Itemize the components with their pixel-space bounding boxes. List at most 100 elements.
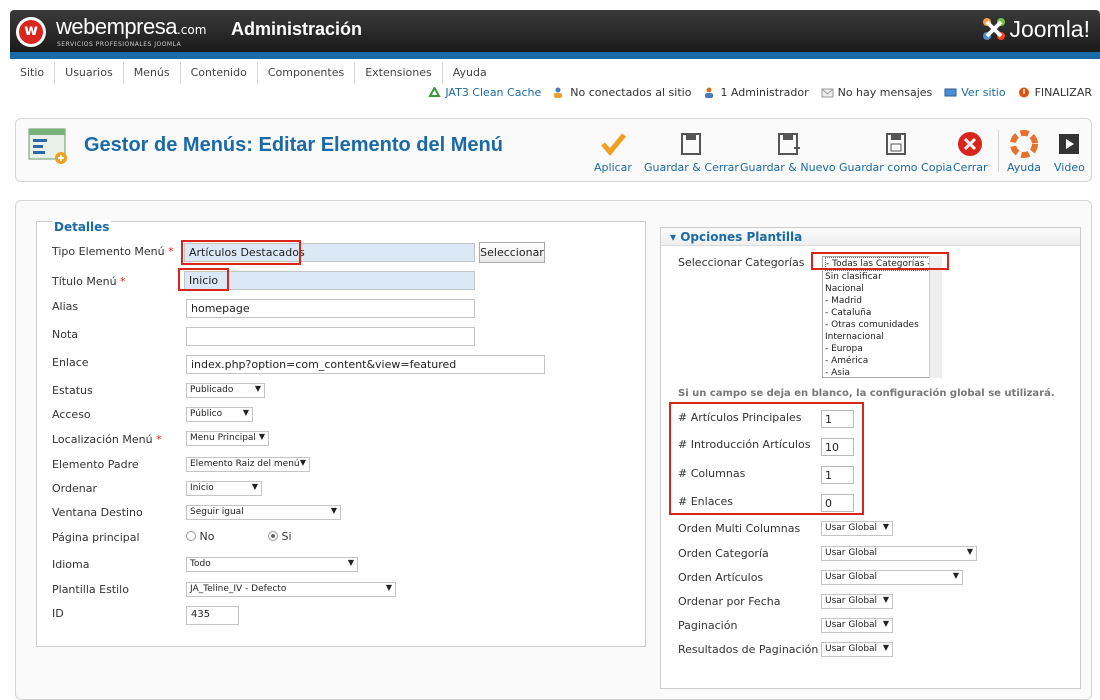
film-icon — [1059, 134, 1080, 154]
pagination-select-value: Usar Global — [825, 620, 878, 630]
order-select[interactable]: Inicio ▼ — [186, 481, 262, 496]
style-select[interactable]: JA_Teline_IV - Defecto ▼ — [186, 582, 396, 597]
save-close-button[interactable]: Guardar & Cerrar — [644, 130, 739, 174]
artorder-select[interactable]: Usar Global ▼ — [821, 570, 963, 585]
pagresults-label: Resultados de Paginación — [678, 643, 819, 656]
pagresults-select-value: Usar Global — [825, 644, 878, 654]
menu-ayuda[interactable]: Ayuda — [443, 62, 497, 84]
category-option[interactable]: - Asia — [825, 367, 939, 377]
template-options-label: Opciones Plantilla — [680, 230, 803, 244]
header-title: Administración — [231, 19, 363, 39]
menu-item-edit-icon — [28, 128, 67, 164]
highlight-title — [178, 268, 229, 291]
menu-contenido[interactable]: Contenido — [181, 62, 258, 84]
home-radio-no[interactable]: No — [186, 530, 214, 543]
toolbar-separator — [998, 130, 999, 172]
required-mark: * — [168, 245, 174, 258]
menu-menus[interactable]: Menús — [124, 62, 181, 84]
status-view-site[interactable]: Ver sitio — [944, 86, 1006, 99]
apply-button[interactable]: Aplicar — [594, 130, 632, 174]
status-bar: JAT3 Clean Cache No conectados al sitio … — [428, 86, 1092, 99]
pagresults-select[interactable]: Usar Global ▼ — [821, 642, 893, 657]
columns-field[interactable]: 1 — [821, 466, 854, 484]
leading-label: # Artículos Principales — [678, 411, 802, 424]
radio-yes-icon[interactable] — [268, 531, 278, 541]
monitor-icon — [944, 88, 957, 97]
parent-label: Elemento Padre — [52, 458, 139, 471]
status-admins: 1 Administrador — [703, 86, 809, 99]
category-option[interactable]: Internacional — [825, 331, 939, 343]
save-copy-button[interactable]: Guardar como Copia — [839, 130, 952, 174]
status-logout[interactable]: FINALIZAR — [1018, 86, 1092, 99]
columns-label: # Columnas — [678, 467, 746, 480]
required-mark: * — [120, 275, 126, 288]
link-field[interactable]: index.php?option=com_content&view=featur… — [186, 355, 545, 374]
date-select[interactable]: Usar Global ▼ — [821, 594, 893, 609]
radio-no-icon[interactable] — [186, 531, 196, 541]
menu-usuarios[interactable]: Usuarios — [55, 62, 124, 84]
joomla-logo-text: Joomla! — [1009, 16, 1090, 42]
status-connected-label: No conectados al sitio — [570, 86, 692, 99]
save-copy-button-label: Guardar como Copia — [839, 161, 953, 174]
lang-select-value: Todo — [190, 559, 211, 569]
note-field[interactable] — [186, 327, 475, 346]
category-option[interactable]: Sin clasificar — [825, 271, 939, 283]
save-icon — [681, 133, 702, 155]
admin-icon — [705, 87, 714, 98]
close-button[interactable]: Cerrar — [953, 130, 988, 174]
target-select-value: Seguir igual — [190, 507, 244, 517]
required-mark: * — [156, 433, 162, 446]
dropdown-arrow-icon: ▼ — [882, 595, 889, 604]
status-select[interactable]: Publicado ▼ — [186, 383, 265, 398]
header-accent-bar — [10, 52, 1100, 59]
category-option[interactable]: - Otras comunidades — [825, 319, 939, 331]
help-button[interactable]: Ayuda — [1007, 130, 1041, 174]
lang-select[interactable]: Todo ▼ — [186, 557, 358, 572]
menu-extensiones[interactable]: Extensiones — [355, 62, 443, 84]
home-yes-label: Si — [281, 530, 292, 543]
home-radio-yes[interactable]: Si — [268, 530, 292, 543]
status-admins-label: 1 Administrador — [720, 86, 809, 99]
date-label: Ordenar por Fecha — [678, 595, 781, 608]
dropdown-arrow-icon: ▼ — [299, 458, 306, 467]
alias-field[interactable]: homepage — [186, 299, 475, 318]
links-field[interactable]: 0 — [821, 494, 854, 512]
select-type-button[interactable]: Seleccionar — [479, 242, 545, 263]
video-button[interactable]: Video — [1054, 130, 1085, 174]
save-new-icon — [777, 133, 800, 155]
save-new-button[interactable]: Guardar & Nuevo — [740, 130, 836, 174]
menu-sitio[interactable]: Sitio — [10, 62, 56, 84]
multicol-select-value: Usar Global — [825, 523, 878, 533]
access-select[interactable]: Público ▼ — [186, 407, 253, 422]
status-cache[interactable]: JAT3 Clean Cache — [428, 86, 541, 99]
close-button-label: Cerrar — [953, 161, 988, 174]
webempresa-logo-icon[interactable]: w — [16, 17, 46, 47]
menu-componentes[interactable]: Componentes — [258, 62, 356, 84]
brand-suffix: .com — [176, 23, 207, 37]
catorder-select[interactable]: Usar Global ▼ — [821, 546, 977, 561]
category-option[interactable]: - Cataluña — [825, 307, 939, 319]
status-messages[interactable]: No hay mensajes — [821, 86, 932, 99]
pagination-select[interactable]: Usar Global ▼ — [821, 618, 893, 633]
multicol-select[interactable]: Usar Global ▼ — [821, 521, 893, 536]
listbox-scrollbar[interactable] — [929, 256, 942, 378]
dropdown-arrow-icon: ▼ — [882, 522, 889, 531]
location-select[interactable]: Menu Principal ▼ — [186, 431, 269, 446]
collapse-arrow-icon: ▾ — [670, 230, 677, 244]
target-select[interactable]: Seguir igual ▼ — [186, 505, 341, 520]
category-option[interactable]: - Madrid — [825, 295, 939, 307]
intro-field[interactable]: 10 — [821, 438, 854, 456]
style-label: Plantilla Estilo — [52, 583, 129, 596]
status-label: Estatus — [52, 384, 93, 397]
category-option[interactable]: - América — [825, 355, 939, 367]
brand[interactable]: webempresa.com SERVICIOS PROFESIONALES J… — [56, 14, 207, 48]
help-lifebuoy-icon — [1009, 130, 1038, 158]
leading-field[interactable]: 1 — [821, 410, 854, 428]
categories-listbox[interactable]: - Todas las Categorías - Sin clasificar … — [822, 256, 942, 378]
category-option[interactable]: Nacional — [825, 283, 939, 295]
template-options-title[interactable]: ▾ Opciones Plantilla — [670, 230, 802, 244]
category-option[interactable]: - Europa — [825, 343, 939, 355]
type-row: Tipo Elemento Menú * — [52, 245, 174, 258]
parent-select[interactable]: Elemento Raiz del menú ▼ — [186, 457, 310, 472]
target-label: Ventana Destino — [52, 506, 143, 519]
